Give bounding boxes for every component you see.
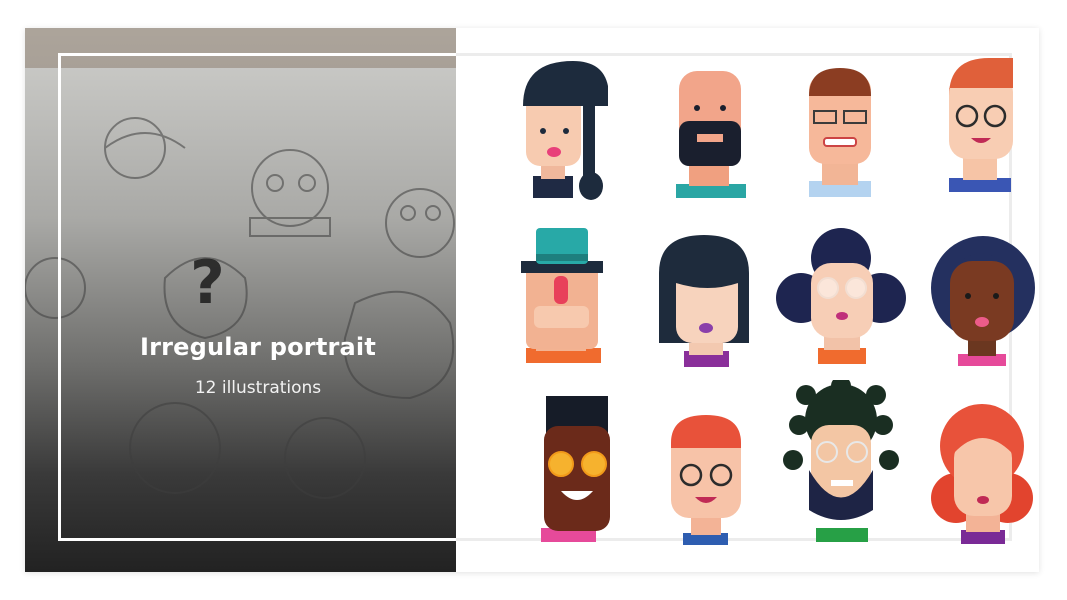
woman-afro-puffs-avatar-icon[interactable] <box>776 228 906 373</box>
redhead-man-glasses-avatar-icon[interactable] <box>661 413 751 548</box>
bald-bearded-man-avatar-icon[interactable] <box>661 66 751 206</box>
woman-curly-hair-avatar-icon[interactable] <box>928 226 1039 371</box>
collection-title[interactable]: Irregular portrait <box>25 333 456 361</box>
man-sunglasses-avatar-icon[interactable] <box>516 396 626 546</box>
man-hat-avatar-icon[interactable] <box>506 226 616 371</box>
redhead-glasses-avatar-icon[interactable] <box>941 56 1021 196</box>
avatar-gallery <box>456 28 1039 572</box>
illustration-count: 12 illustrations <box>194 378 322 398</box>
cover-frame <box>58 53 456 541</box>
woman-red-hair-avatar-icon[interactable] <box>926 398 1038 546</box>
man-glasses-avatar-icon[interactable] <box>794 66 884 206</box>
woman-braid-avatar-icon[interactable] <box>511 56 631 201</box>
collection-card[interactable]: ? Irregular portrait 12 illustrations <box>25 28 1039 572</box>
woman-black-bob-avatar-icon[interactable] <box>654 233 754 373</box>
cover-image: ? Irregular portrait 12 illustrations <box>25 28 456 572</box>
man-dreadlocks-beard-avatar-icon[interactable] <box>781 380 901 545</box>
